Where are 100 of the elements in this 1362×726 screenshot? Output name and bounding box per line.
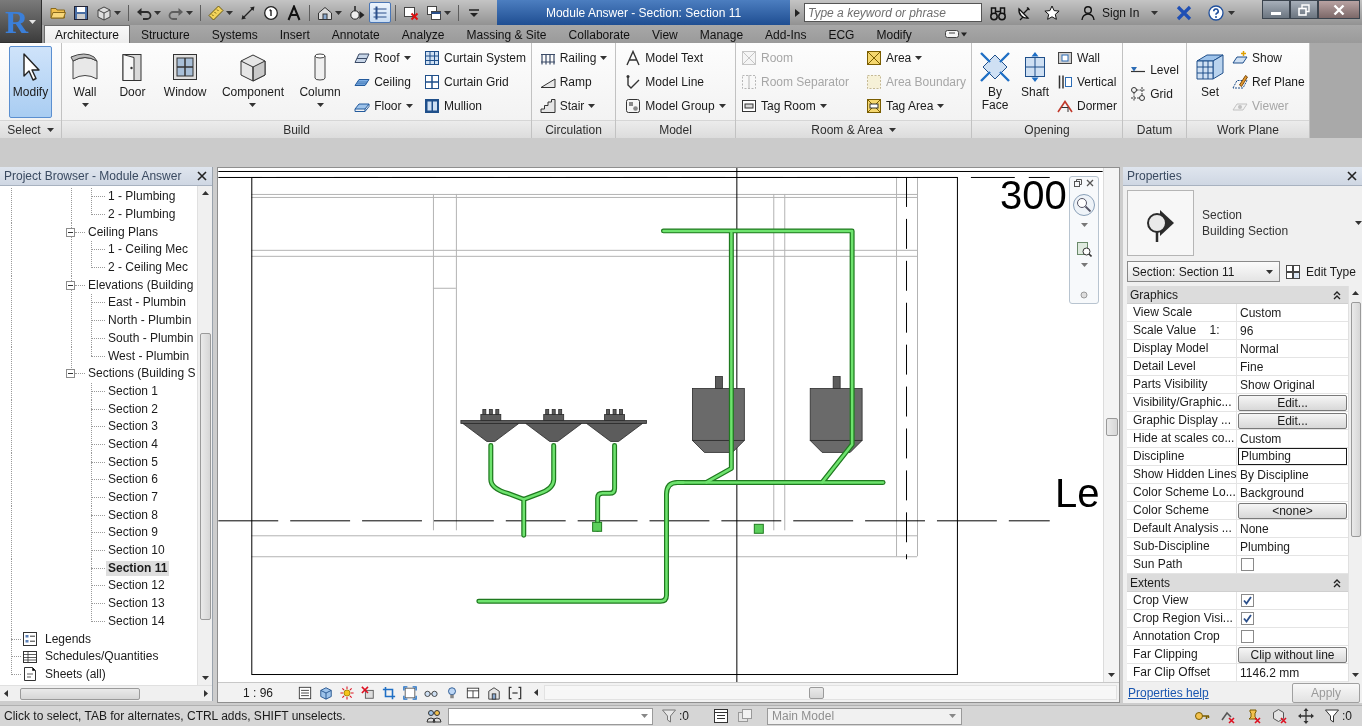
scrollbar-thumb[interactable] [20, 687, 140, 700]
crossed-hexagon-icon[interactable] [1272, 708, 1288, 724]
checkbox[interactable] [1241, 558, 1254, 571]
close-icon[interactable] [197, 171, 207, 181]
window-icon[interactable] [466, 685, 480, 700]
tool-button[interactable]: Vertical [1055, 70, 1119, 93]
tree-item[interactable]: 1 - Plumbing [106, 189, 178, 205]
sign-in-button[interactable]: Sign In [1080, 4, 1159, 21]
scroll-down-icon[interactable] [1352, 673, 1359, 677]
scrollbar-thumb[interactable] [199, 333, 211, 620]
satellite-dish-icon[interactable] [1016, 4, 1032, 21]
minimize-button[interactable] [1262, 0, 1290, 19]
vertical-scrollbar[interactable] [1103, 168, 1119, 682]
tool-button[interactable]: Roof [352, 46, 415, 69]
caret-icon[interactable] [1228, 10, 1236, 15]
tool-button[interactable]: Level [1128, 58, 1181, 81]
crossed-pin-icon[interactable] [1246, 708, 1262, 724]
ribbon-tab[interactable]: Modify [865, 25, 923, 43]
tool-button[interactable]: Model Line [623, 70, 728, 93]
tool-button[interactable]: Column [295, 45, 345, 118]
move-arrows-icon[interactable] [1298, 708, 1314, 724]
panel-footer[interactable]: Room & Area [736, 120, 971, 138]
property-button[interactable]: Edit... [1238, 412, 1347, 429]
tree-item[interactable]: Section 2 [106, 401, 161, 417]
tree-item[interactable]: Section 9 [106, 525, 161, 541]
instance-dropdown[interactable]: Section: Section 11 [1127, 261, 1280, 282]
tool-button[interactable]: Tag Room [739, 94, 852, 117]
tree-item[interactable]: Legends [43, 631, 94, 647]
tool-button[interactable]: Model Text [623, 46, 728, 69]
scroll-up-icon[interactable] [1352, 291, 1359, 295]
x-logo-icon[interactable] [1176, 4, 1193, 21]
tool-button[interactable]: By Face [975, 45, 1015, 118]
collapse-icon[interactable] [1332, 289, 1342, 300]
tool-button[interactable]: Mullion [421, 94, 528, 117]
grip-icon[interactable] [1080, 291, 1088, 299]
edit-type-button[interactable]: Edit Type [1285, 263, 1356, 280]
scroll-down-icon[interactable] [1108, 673, 1115, 677]
tool-button[interactable]: Model Group [623, 94, 728, 117]
close-icon[interactable] [1086, 179, 1094, 187]
tree-item[interactable]: Section 5 [106, 454, 161, 470]
group-header[interactable]: Graphics [1127, 286, 1348, 304]
tool-button[interactable]: Ramp [537, 70, 610, 93]
tree-item[interactable]: Section 10 [106, 543, 167, 559]
sun-icon[interactable] [340, 685, 354, 700]
tree-item[interactable]: Section 1 [106, 383, 161, 399]
property-button[interactable]: <none> [1238, 502, 1347, 519]
crossed-shape-icon[interactable] [361, 685, 375, 700]
view-scale[interactable]: 1 : 96 [243, 685, 293, 700]
tree-item[interactable]: East - Plumbin [106, 295, 189, 311]
scrollbar-thumb[interactable] [1350, 302, 1361, 537]
restore-button[interactable] [1290, 0, 1318, 19]
tool-button[interactable]: Door [112, 45, 153, 118]
property-value[interactable]: Background [1238, 485, 1305, 500]
tool-button[interactable]: Wall [1055, 46, 1119, 69]
ribbon-tab[interactable]: Massing & Site [455, 25, 558, 43]
tree-item[interactable]: Section 6 [106, 472, 161, 488]
property-value[interactable]: Show Original [1238, 377, 1315, 392]
tool-button[interactable]: Area [863, 46, 968, 69]
scroll-right-icon[interactable] [204, 690, 208, 697]
tool-button[interactable]: Window [159, 45, 211, 118]
help-link[interactable]: Properties help [1128, 685, 1209, 700]
tool-button[interactable]: Show [1230, 46, 1307, 69]
ribbon-tab[interactable]: Annotate [320, 25, 391, 43]
tree-item[interactable]: Ceiling Plans [86, 224, 161, 240]
tool-button[interactable]: Railing [537, 46, 610, 69]
help-icon[interactable] [1208, 4, 1225, 21]
checkbox[interactable] [1241, 612, 1254, 625]
vertical-scrollbar[interactable] [1348, 286, 1362, 682]
tree-item[interactable]: 1 - Ceiling Mec [106, 242, 191, 258]
property-value[interactable]: None [1238, 521, 1269, 536]
tool-button[interactable]: Dormer [1055, 94, 1119, 117]
ribbon-tab[interactable]: ECG [817, 25, 866, 43]
scroll-left-icon[interactable] [534, 689, 538, 696]
scroll-up-icon[interactable] [201, 191, 209, 195]
zoom-icon[interactable] [1076, 241, 1092, 257]
tree-item[interactable]: Section 7 [106, 490, 161, 506]
star-icon[interactable] [1044, 4, 1060, 21]
checkbox[interactable] [1241, 594, 1254, 607]
crop-icon[interactable] [382, 685, 396, 700]
frame-corners-icon[interactable] [403, 685, 417, 700]
binoculars-icon[interactable] [990, 4, 1006, 21]
ribbon-toggle-icon[interactable] [944, 29, 967, 39]
overlapping-squares-icon[interactable] [737, 708, 753, 724]
lightbulb-icon[interactable] [445, 685, 459, 700]
ribbon-tab[interactable]: Analyze [390, 25, 456, 43]
magnifier-disc-icon[interactable] [1072, 193, 1096, 217]
tree-item[interactable]: Section 12 [106, 578, 167, 594]
property-value[interactable]: Custom [1238, 431, 1282, 446]
ribbon-tab[interactable]: Architecture [44, 25, 131, 43]
tree-item[interactable]: Section 4 [106, 436, 161, 452]
tree-item[interactable]: Sheets (all) [43, 666, 108, 682]
tree-item[interactable]: Section 14 [106, 613, 167, 629]
tool-button[interactable]: Modify [8, 45, 53, 118]
tool-button[interactable]: Wall [65, 45, 105, 118]
scrollbar-thumb[interactable] [1105, 418, 1118, 436]
scrollbar-thumb[interactable] [809, 686, 824, 699]
property-value[interactable]: 1146.2 mm [1238, 665, 1300, 680]
tree-item[interactable]: Sections (Building S [86, 366, 197, 382]
quick-access-button[interactable] [369, 2, 391, 23]
collapse-icon[interactable] [66, 227, 75, 237]
